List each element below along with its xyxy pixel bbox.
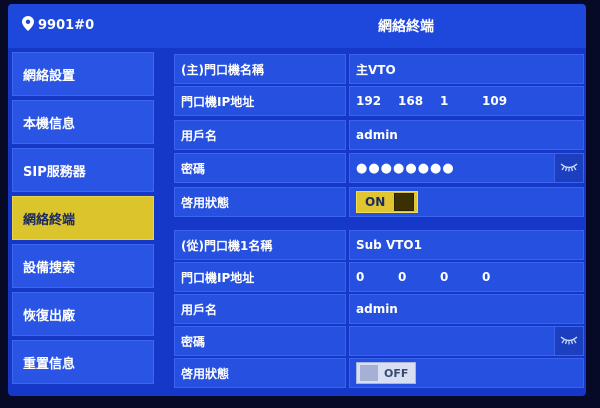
sub-vto-name-label: (從)門口機1名稱: [174, 230, 346, 260]
main-vto-name-row: (主)門口機名稱 主VTO: [174, 54, 584, 84]
sub-vto-status-row: 啓用狀態 OFF: [174, 358, 584, 388]
main-vto-name-label: (主)門口機名稱: [174, 54, 346, 84]
header-bar: 9901#0 網絡終端: [8, 4, 586, 48]
main-vto-enable-toggle[interactable]: ON: [356, 191, 418, 213]
sidebar-item-label: 重置信息: [23, 356, 76, 372]
sidebar-item-label: 網絡終端: [23, 212, 76, 228]
sidebar-item-label: SIP服務器: [23, 164, 86, 180]
sidebar-item-device-info[interactable]: 本機信息: [12, 100, 154, 144]
sub-vto-enable-toggle[interactable]: OFF: [356, 362, 416, 384]
sub-vto-password-label: 密碼: [174, 326, 346, 356]
sidebar-item-label: 恢復出廠: [23, 308, 76, 324]
main-vto-status-cell: ON: [349, 187, 584, 217]
sidebar-item-label: 設備搜索: [23, 260, 76, 276]
room-indicator: 9901#0: [22, 16, 94, 35]
main-vto-password-label: 密碼: [174, 153, 346, 183]
sub-vto-password-row: 密碼: [174, 326, 584, 356]
sub-vto-ip-field[interactable]: 0000: [349, 262, 584, 292]
toggle-state-text: OFF: [384, 366, 409, 380]
sub-vto-user-row: 用戶名 admin: [174, 294, 584, 324]
sidebar-item-sip-server[interactable]: SIP服務器: [12, 148, 154, 192]
page-title: 網絡終端: [378, 19, 434, 35]
sub-vto-name-row: (從)門口機1名稱 Sub VTO1: [174, 230, 584, 260]
sidebar-item-device-search[interactable]: 設備搜索: [12, 244, 154, 288]
main-vto-ip-label: 門口機IP地址: [174, 86, 346, 116]
sub-vto-user-label: 用戶名: [174, 294, 346, 324]
screen: 9901#0 網絡終端 網絡設置 本機信息 SIP服務器 網絡終端 設備搜索 恢…: [8, 4, 586, 396]
ip-octet-1[interactable]: 0: [356, 270, 398, 284]
toggle-state-text: ON: [365, 195, 386, 209]
location-pin-icon: [22, 16, 34, 35]
main-vto-status-row: 啓用狀態 ON: [174, 187, 584, 217]
ip-octet-3[interactable]: 1: [440, 94, 482, 108]
sidebar-item-label: 本機信息: [23, 116, 76, 132]
room-number: 9901#0: [38, 18, 95, 33]
ip-octet-4[interactable]: 0: [482, 270, 524, 284]
show-password-button[interactable]: [554, 326, 584, 356]
sidebar-item-label: 網絡設置: [23, 68, 76, 84]
sub-vto-name-field[interactable]: Sub VTO1: [349, 230, 584, 260]
main-vto-user-field[interactable]: admin: [349, 120, 584, 150]
ip-octet-4[interactable]: 109: [482, 94, 524, 108]
main-vto-name-field[interactable]: 主VTO: [349, 54, 584, 84]
ip-octet-3[interactable]: 0: [440, 270, 482, 284]
password-mask: ●●●●●●●●: [356, 160, 455, 176]
sub-vto-ip-label: 門口機IP地址: [174, 262, 346, 292]
sidebar-item-network-terminal[interactable]: 網絡終端: [12, 196, 154, 240]
closed-eye-icon: [560, 161, 578, 175]
sub-vto-status-label: 啓用狀態: [174, 358, 346, 388]
main-vto-user-row: 用戶名 admin: [174, 120, 584, 150]
ip-octet-2[interactable]: 0: [398, 270, 440, 284]
ip-octet-1[interactable]: 192: [356, 94, 398, 108]
main-vto-ip-field[interactable]: 192 168 1 109: [349, 86, 584, 116]
sidebar-item-network-settings[interactable]: 網絡設置: [12, 52, 154, 96]
sub-vto-ip-row: 門口機IP地址 0000: [174, 262, 584, 292]
sub-vto-status-cell: OFF: [349, 358, 584, 388]
main-vto-status-label: 啓用狀態: [174, 187, 346, 217]
sidebar-item-reset-info[interactable]: 重置信息: [12, 340, 154, 384]
main-vto-ip-row: 門口機IP地址 192 168 1 109: [174, 86, 584, 116]
sub-vto-password-field[interactable]: [349, 326, 584, 356]
toggle-knob: [360, 365, 378, 381]
main-vto-user-label: 用戶名: [174, 120, 346, 150]
ip-octet-2[interactable]: 168: [398, 94, 440, 108]
toggle-knob: [394, 193, 414, 211]
main-vto-password-field[interactable]: ●●●●●●●●: [349, 153, 584, 183]
sidebar-item-factory-reset[interactable]: 恢復出廠: [12, 292, 154, 336]
closed-eye-icon: [560, 334, 578, 348]
sub-vto-user-field[interactable]: admin: [349, 294, 584, 324]
main-vto-password-row: 密碼 ●●●●●●●●: [174, 153, 584, 183]
show-password-button[interactable]: [554, 153, 584, 183]
